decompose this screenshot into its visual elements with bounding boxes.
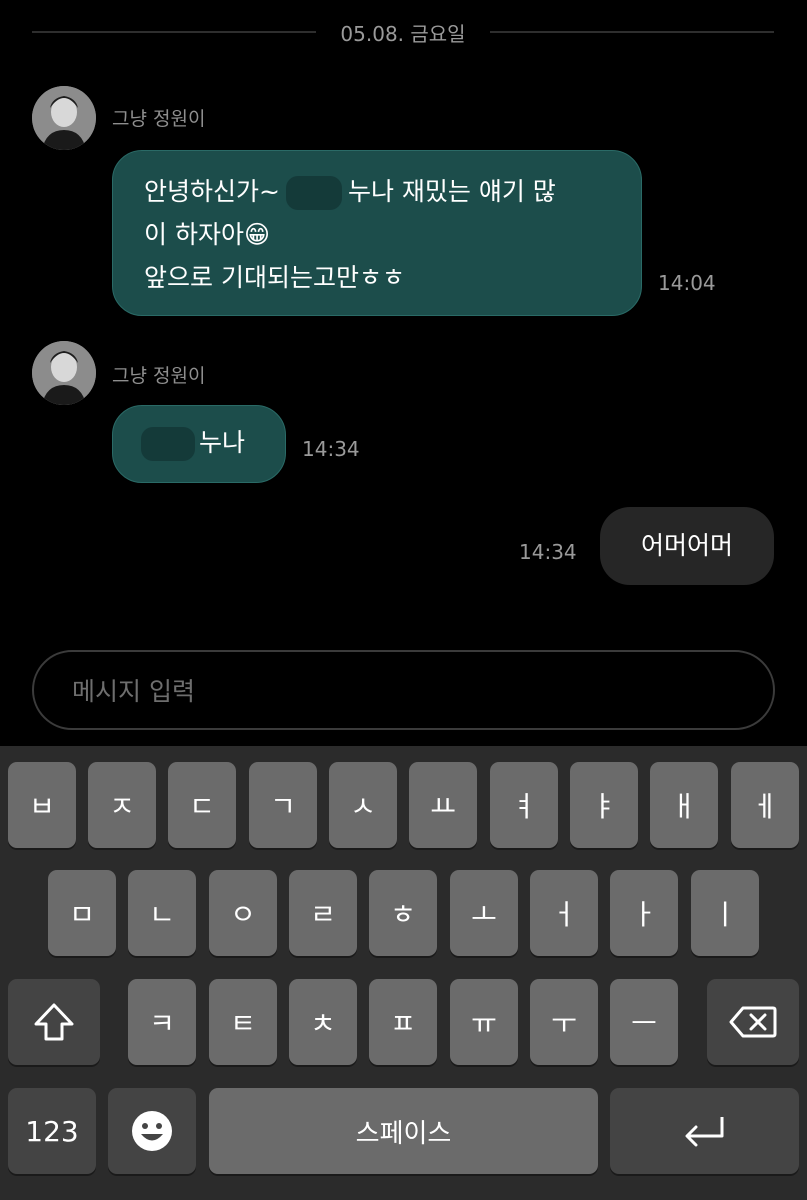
avatar[interactable] [32,86,96,150]
message-time: 14:34 [302,437,360,461]
key[interactable]: ㅋ [128,979,196,1065]
avatar[interactable] [32,341,96,405]
shift-icon [34,1003,74,1041]
message-line: 안녕하신가~ 누나 재밌는 얘기 많 [144,170,641,213]
key[interactable]: ㅕ [490,762,558,848]
key[interactable]: ㅊ [289,979,357,1065]
backspace-icon [729,1006,777,1038]
sender-name: 그냥 정원이 [112,365,206,387]
key[interactable]: ㅡ [610,979,678,1065]
redacted-scribble [141,427,195,461]
message-bubble-outgoing[interactable]: 어머어머 [600,507,774,585]
avatar-image [32,86,96,150]
key[interactable]: ㅌ [209,979,277,1065]
message-input[interactable] [70,652,734,730]
redacted-scribble [285,176,342,210]
key[interactable]: ㅑ [570,762,638,848]
key[interactable]: ㅇ [209,870,277,956]
key[interactable]: ㅎ [369,870,437,956]
date-label: 05.08. 금요일 [340,22,466,46]
space-key[interactable]: 스페이스 [209,1088,598,1174]
key[interactable]: ㄴ [128,870,196,956]
key[interactable]: ㅏ [610,870,678,956]
message-input-container[interactable] [32,650,775,730]
key[interactable]: ㅈ [88,762,156,848]
key[interactable]: ㅣ [691,870,759,956]
avatar-image [32,341,96,405]
keyboard: ㅂ ㅈ ㄷ ㄱ ㅅ ㅛ ㅕ ㅑ ㅐ ㅔ ㅁ ㄴ ㅇ ㄹ ㅎ ㅗ ㅓ ㅏ ㅣ ㅋ … [0,746,807,1200]
key[interactable]: ㅔ [731,762,799,848]
key[interactable]: ㄹ [289,870,357,956]
message-time: 14:04 [658,271,716,295]
divider-line-right [490,31,774,33]
key[interactable]: ㅁ [48,870,116,956]
return-key[interactable] [610,1088,799,1174]
message-line: 이 하자아😁 [144,220,271,249]
shift-key[interactable] [8,979,100,1065]
key[interactable]: ㅗ [450,870,518,956]
key[interactable]: ㅠ [450,979,518,1065]
key[interactable]: ㅓ [530,870,598,956]
emoji-icon [132,1111,172,1151]
message-time: 14:34 [519,540,577,564]
backspace-key[interactable] [707,979,799,1065]
key[interactable]: ㅅ [329,762,397,848]
message-bubble[interactable]: 누나 [112,405,286,483]
date-divider: 05.08. 금요일 [32,14,774,50]
key[interactable]: ㄷ [168,762,236,848]
key[interactable]: ㅜ [530,979,598,1065]
key[interactable]: ㄱ [249,762,317,848]
key[interactable]: ㅐ [650,762,718,848]
sender-name: 그냥 정원이 [112,108,206,130]
emoji-key[interactable] [108,1088,196,1174]
message-line: 앞으로 기대되는고만ㅎㅎ [144,263,405,292]
return-icon [685,1117,723,1147]
key[interactable]: ㅂ [8,762,76,848]
key[interactable]: ㅍ [369,979,437,1065]
divider-line-left [32,31,316,33]
numbers-key[interactable]: 123 [8,1088,96,1174]
key[interactable]: ㅛ [409,762,477,848]
message-bubble[interactable]: 안녕하신가~ 누나 재밌는 얘기 많 이 하자아😁 앞으로 기대되는고만ㅎㅎ [112,150,642,316]
